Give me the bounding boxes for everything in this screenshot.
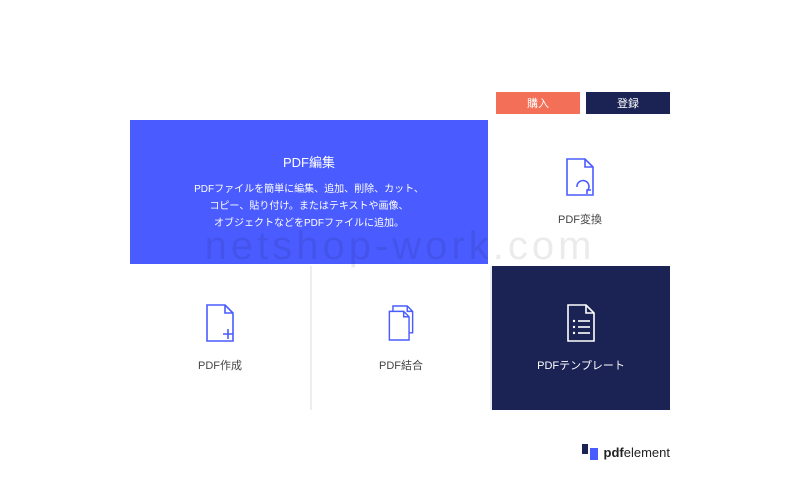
brand-bold: pdf (604, 445, 624, 460)
action-grid: PDF編集 PDFファイルを簡単に編集、追加、削除、カット、 コピー、貼り付け。… (130, 120, 670, 410)
card-description: PDFファイルを簡単に編集、追加、削除、カット、 コピー、貼り付け。またはテキス… (194, 181, 424, 232)
desc-line: PDFファイルを簡単に編集、追加、削除、カット、 (194, 184, 424, 195)
card-label: PDF結合 (379, 357, 423, 373)
card-pdf-merge[interactable]: PDF結合 (310, 266, 490, 410)
brand-rest: element (624, 445, 670, 460)
register-button[interactable]: 登録 (586, 92, 670, 114)
card-label: PDFテンプレート (537, 357, 625, 373)
card-title: PDF編集 (283, 152, 335, 171)
brand-logo-area: pdfelement (582, 444, 670, 460)
desc-line: オブジェクトなどをPDFファイルに追加。 (214, 218, 404, 229)
file-stack-icon (384, 303, 418, 343)
desc-line: コピー、貼り付け。またはテキストや画像、 (209, 201, 408, 212)
card-pdf-convert[interactable]: PDF変換 (490, 120, 670, 264)
grid-row-1: PDF編集 PDFファイルを簡単に編集、追加、削除、カット、 コピー、貼り付け。… (130, 120, 670, 264)
file-refresh-icon (563, 157, 597, 197)
file-plus-icon (203, 303, 237, 343)
card-pdf-edit[interactable]: PDF編集 PDFファイルを簡単に編集、追加、削除、カット、 コピー、貼り付け。… (130, 120, 490, 264)
file-list-icon (564, 303, 598, 343)
top-button-bar: 購入 登録 (496, 92, 670, 114)
grid-row-2: PDF作成 PDF結合 (130, 266, 670, 410)
card-label: PDF作成 (198, 357, 242, 373)
card-pdf-create[interactable]: PDF作成 (130, 266, 310, 410)
brand-text: pdfelement (604, 445, 670, 460)
brand-mark-icon (582, 444, 598, 460)
card-label: PDF変換 (558, 211, 602, 227)
buy-button[interactable]: 購入 (496, 92, 580, 114)
card-pdf-template[interactable]: PDFテンプレート (490, 266, 670, 410)
